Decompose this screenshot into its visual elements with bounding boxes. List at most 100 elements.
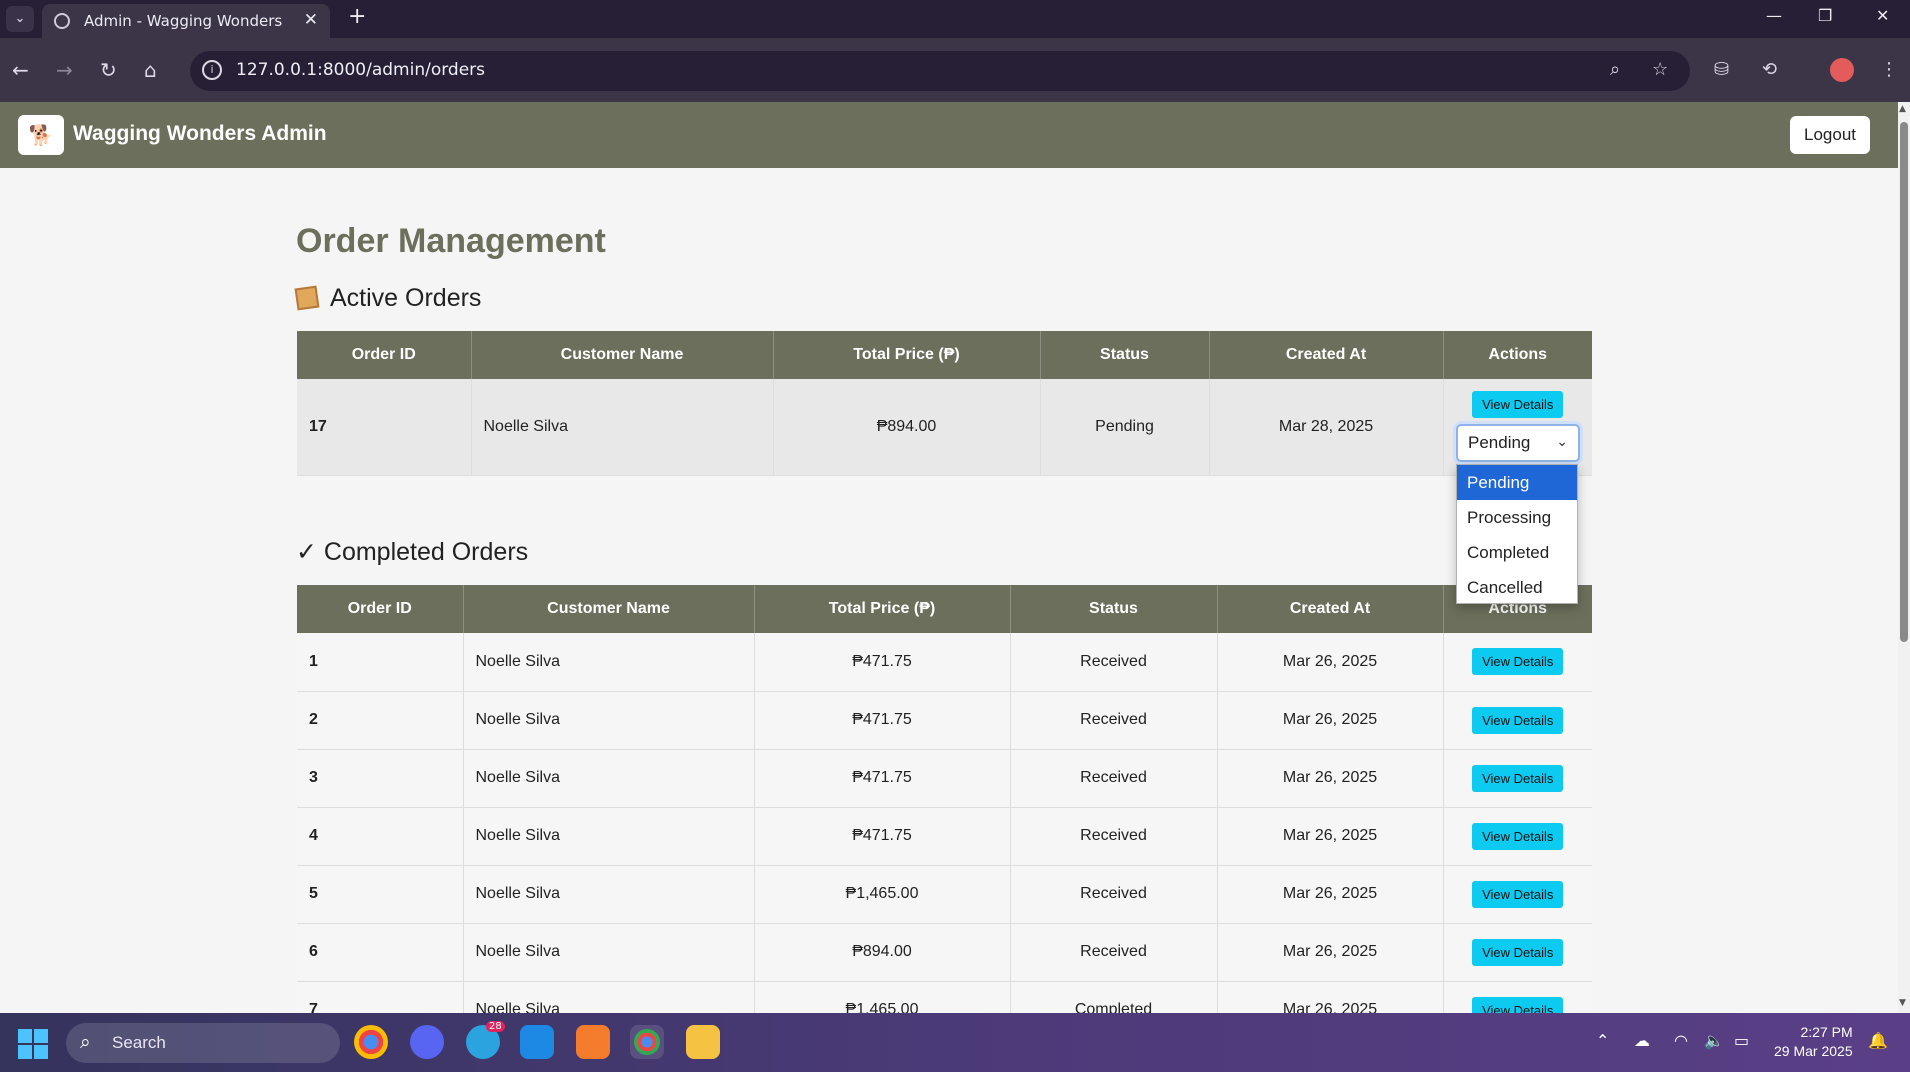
scroll-up-icon[interactable]: ▲ [1899,104,1906,114]
file-explorer-app-icon[interactable] [686,1025,720,1059]
taskbar-clock[interactable]: 2:27 PM 29 Mar 2025 [1774,1023,1853,1061]
wifi-icon[interactable]: ◠ [1674,1031,1688,1050]
minimize-icon[interactable]: — [1766,6,1782,25]
chrome-active-app-icon[interactable] [630,1025,664,1059]
table-row: 5 Noelle Silva ₱1,465.00 Received Mar 26… [297,865,1592,924]
menu-kebab-icon[interactable]: ⋮ [1880,59,1898,80]
history-icon[interactable]: ⟲ [1762,59,1777,80]
site-info-icon[interactable]: i [202,60,222,80]
restore-icon[interactable]: ❐ [1818,6,1832,25]
completed-orders-table: Order ID Customer Name Total Price (₱) S… [297,585,1592,1040]
notification-bell-icon[interactable]: 🔔 [1868,1031,1888,1050]
profile-avatar[interactable] [1830,58,1854,82]
completed-orders-heading: ✓ Completed Orders [296,537,528,567]
view-details-button[interactable]: View Details [1472,880,1564,908]
active-orders-title: Active Orders [330,284,482,312]
status-select[interactable]: Pending ⌄ [1456,424,1580,462]
search-icon: ⌕ [80,1031,91,1053]
dog-logo-icon: 🐕 [28,123,54,147]
volume-icon[interactable]: 🔈 [1704,1031,1724,1050]
actions-cell: View Details [1443,865,1592,924]
onedrive-cloud-icon[interactable]: ☁ [1634,1031,1650,1050]
actions-cell: View Details [1443,633,1592,692]
view-details-button[interactable]: View Details [1472,391,1564,418]
order-status: Pending [1040,379,1210,476]
brand-title: Wagging Wonders Admin [73,122,327,145]
logout-button[interactable]: Logout [1790,116,1870,154]
browser-tab-bar: ⌄ Admin - Wagging Wonders ✕ + — ❐ ✕ [0,0,1910,38]
status-option-pending[interactable]: Pending [1457,465,1577,500]
column-header: Created At [1217,585,1444,633]
view-details-button[interactable]: View Details [1472,938,1564,966]
page-scrollbar[interactable]: ▲ ▼ [1898,102,1910,1013]
chrome-app-icon[interactable] [354,1025,388,1059]
reload-icon[interactable]: ↻ [100,58,117,82]
created-at: Mar 26, 2025 [1217,633,1444,692]
battery-icon[interactable]: ▭ [1734,1031,1749,1050]
address-bar[interactable]: i 127.0.0.1:8000/admin/orders ⌕ ☆ [190,51,1690,91]
active-orders-heading: Active Orders [294,284,482,313]
order-id: 3 [297,749,464,808]
home-icon[interactable]: ⌂ [144,58,157,82]
order-status: Received [1010,923,1218,982]
tab-title: Admin - Wagging Wonders [84,12,283,30]
taskbar-search[interactable]: ⌕ Search [66,1023,340,1063]
vscode-app-icon[interactable] [520,1025,554,1059]
windows-start-icon[interactable] [18,1029,48,1059]
back-icon[interactable]: ← [12,58,29,82]
column-header: Status [1040,331,1210,379]
incognito-icon[interactable]: ⛁ [1714,59,1729,80]
total-price: ₱471.75 [754,691,1011,750]
order-id: 1 [297,633,464,692]
show-hidden-icons-icon[interactable]: ⌃ [1596,1031,1609,1050]
view-details-button[interactable]: View Details [1472,648,1564,676]
column-header: Actions [1443,331,1592,379]
logo: 🐕 [18,115,64,155]
order-status: Received [1010,749,1218,808]
column-header: Total Price (₱) [773,331,1041,379]
actions-cell: View Details [1443,691,1592,750]
column-header: Total Price (₱) [754,585,1011,633]
window-close-icon[interactable]: ✕ [1876,6,1889,25]
total-price: ₱894.00 [773,379,1041,476]
clock-time: 2:27 PM [1800,1024,1853,1040]
forward-icon[interactable]: → [56,58,73,82]
xampp-app-icon[interactable] [576,1025,610,1059]
status-dropdown-menu: Pending Processing Completed Cancelled [1456,464,1578,604]
status-option-cancelled[interactable]: Cancelled [1457,570,1577,605]
total-price: ₱471.75 [754,749,1011,808]
actions-cell: View Details [1443,749,1592,808]
status-option-completed[interactable]: Completed [1457,535,1577,570]
order-id: 4 [297,807,464,866]
discord-app-icon[interactable] [410,1025,444,1059]
created-at: Mar 26, 2025 [1217,691,1444,750]
url-text: 127.0.0.1:8000/admin/orders [236,60,486,80]
view-details-button[interactable]: View Details [1472,706,1564,734]
zoom-icon[interactable]: ⌕ [1610,59,1620,80]
browser-tab[interactable]: Admin - Wagging Wonders ✕ [42,4,330,38]
chrome-icon [634,1029,660,1055]
total-price: ₱471.75 [754,633,1011,692]
scrollbar-thumb[interactable] [1900,122,1908,642]
tab-search-icon[interactable]: ⌄ [6,6,34,32]
browser-toolbar: ← → ↻ ⌂ i 127.0.0.1:8000/admin/orders ⌕ … [0,38,1910,102]
column-header: Order ID [297,331,472,379]
close-tab-icon[interactable]: ✕ [304,10,318,30]
scroll-down-icon[interactable]: ▼ [1899,998,1906,1008]
package-icon [294,285,320,311]
status-option-processing[interactable]: Processing [1457,500,1577,535]
created-at: Mar 26, 2025 [1217,807,1444,866]
view-details-button[interactable]: View Details [1472,822,1564,850]
customer-name: Noelle Silva [463,749,755,808]
bookmark-star-icon[interactable]: ☆ [1652,59,1668,80]
created-at: Mar 26, 2025 [1217,865,1444,924]
table-row: 6 Noelle Silva ₱894.00 Received Mar 26, … [297,923,1592,982]
new-tab-icon[interactable]: + [348,4,366,29]
total-price: ₱1,465.00 [754,865,1011,924]
view-details-button[interactable]: View Details [1472,764,1564,792]
table-row: 3 Noelle Silva ₱471.75 Received Mar 26, … [297,749,1592,808]
active-orders-table: Order ID Customer Name Total Price (₱) S… [297,331,1592,476]
telegram-app-icon[interactable]: 28 [466,1021,505,1059]
customer-name: Noelle Silva [463,691,755,750]
order-status: Received [1010,865,1218,924]
